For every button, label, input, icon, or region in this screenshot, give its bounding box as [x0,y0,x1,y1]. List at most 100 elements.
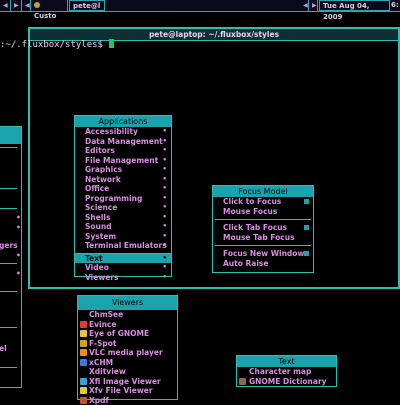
prompt-text: :~/.fluxbox/styles$ [0,40,108,50]
previous-workspace-arrow-icon[interactable]: ◀ [0,0,11,11]
text-item-gnome-dictionary[interactable]: GNOME Dictionary [237,377,336,387]
menu-separator [215,245,311,246]
xchm-icon [80,359,87,366]
f-spot-icon [80,340,87,347]
viewers-item-xfv-file-viewer[interactable]: Xfv File Viewer [78,386,177,396]
dictionary-icon [239,378,246,385]
applications-item-system[interactable]: System• [75,232,171,242]
toolbar: ◀ ▶ ◀ Custo pete@l ◀ ▶ Tue Aug 04, 2009 … [0,0,400,12]
applications-item-viewers[interactable]: Viewers• [75,273,171,283]
viewers-item-f-spot[interactable]: F-Spot [78,339,177,349]
submenu-arrow-icon: • [163,156,167,166]
applications-item-file-management[interactable]: File Management • [75,156,171,166]
left-menu-divider [0,327,17,328]
workspace-label: Custo [34,12,56,20]
applications-item-label: Shells [85,213,110,222]
clock: Tue Aug 04, 2009 [319,0,390,11]
focus-item-click-to-focus[interactable]: Click to Focus [213,197,313,207]
viewers-item-label: Xfi Image Viewer [89,377,161,386]
applications-item-label: Text [85,254,103,263]
applications-item-label: Office [85,184,109,193]
focus-item-label: Focus New Windows [223,249,309,258]
previous-workspace-2-arrow-icon[interactable]: ◀ [22,0,31,11]
viewers-item-label: Evince [89,320,116,329]
applications-item-label: Programming [85,194,142,203]
viewers-item-evince[interactable]: Evince [78,320,177,330]
focus-item-focus-new-windows[interactable]: Focus New Windows [213,249,313,259]
xpdf-icon [80,397,87,404]
applications-menu-title: Applications [75,116,171,127]
next-workspace-arrow-icon[interactable]: ▶ [11,0,22,11]
left-menu-submenu-dot: • [16,223,21,232]
left-menu-item[interactable]: gers [0,241,18,250]
applications-item-label: File Management [85,156,158,165]
applications-item-editors[interactable]: Editors• [75,146,171,156]
left-menu-divider [0,263,17,264]
focus-item-label: Click Tab Focus [223,223,287,232]
submenu-arrow-icon: • [163,194,167,204]
applications-item-accessibility[interactable]: Accessibility• [75,127,171,137]
left-menu-divider [0,188,17,189]
evince-icon [80,321,87,328]
clock-overflow: 6: [390,0,400,11]
focus-model-menu[interactable]: Focus Model Click to Focus Mouse Focus C… [212,185,314,273]
workspace-name[interactable]: Custo [31,0,68,11]
applications-item-label: Viewers [85,273,119,282]
text-menu-title: Text [237,356,336,367]
focus-item-click-tab-focus[interactable]: Click Tab Focus [213,223,313,233]
left-menu-submenu-dot: • [16,269,21,278]
applications-item-science[interactable]: Science• [75,203,171,213]
submenu-arrow-icon: • [163,137,167,147]
left-partial-menu[interactable]: • • gers • • el [0,126,22,388]
applications-item-shells[interactable]: Shells• [75,213,171,223]
focus-item-label: Mouse Tab Focus [223,233,295,242]
submenu-arrow-icon: • [163,175,167,185]
viewers-item-label: F-Spot [89,339,117,348]
applications-item-label: Editors [85,146,115,155]
applications-item-programming[interactable]: Programming • [75,194,171,204]
applications-item-video[interactable]: Video• [75,263,171,273]
left-menu-item[interactable]: el [0,344,7,353]
applications-item-label: Terminal Emulators [85,241,167,250]
applications-item-label: Graphics [85,165,122,174]
selected-check-icon [304,225,309,230]
applications-item-network[interactable]: Network• [75,175,171,185]
applications-item-label: Accessibility [85,127,138,136]
focus-model-menu-title: Focus Model [213,186,313,197]
focus-item-label: Auto Raise [223,259,268,268]
applications-item-label: Science [85,203,117,212]
left-menu-divider [0,367,17,368]
viewers-item-xpdf[interactable]: Xpdf [78,396,177,405]
previous-window-arrow-icon[interactable]: ◀ [300,0,309,11]
focus-item-label: Mouse Focus [223,207,277,216]
focus-item-mouse-focus[interactable]: Mouse Focus [213,207,313,217]
vlc-media-player-icon [80,349,87,356]
taskbar-item-terminal[interactable]: pete@l [69,0,105,11]
focus-item-label: Click to Focus [223,197,281,206]
focus-item-mouse-tab-focus[interactable]: Mouse Tab Focus [213,233,313,243]
viewers-item-eye-of-gnome[interactable]: Eye of GNOME [78,329,177,339]
applications-item-office[interactable]: Office • [75,184,171,194]
viewers-item-chmsee[interactable]: ChmSee [78,310,177,320]
viewers-item-vlc-media-player[interactable]: VLC media player [78,348,177,358]
viewers-item-xchm[interactable]: xCHM [78,358,177,368]
viewers-item-xditview[interactable]: Xditview [78,367,177,377]
applications-item-data-management[interactable]: Data Management• [75,137,171,147]
applications-item-terminal-emulators[interactable]: Terminal Emulators• [75,241,171,251]
viewers-menu[interactable]: Viewers ChmSeeEvinceEye of GNOMEF-SpotVL… [77,295,178,400]
applications-item-sound[interactable]: Sound• [75,222,171,232]
focus-item-auto-raise[interactable]: Auto Raise [213,259,313,269]
viewers-menu-title: Viewers [78,296,177,310]
submenu-arrow-icon: • [163,165,167,175]
applications-menu[interactable]: Applications Accessibility•Data Manageme… [74,115,172,277]
terminal-cursor [109,39,114,48]
applications-item-text[interactable]: Text• [75,253,171,264]
applications-item-graphics[interactable]: Graphics • [75,165,171,175]
text-item-character-map[interactable]: Character map [237,367,336,377]
submenu-arrow-icon: • [163,184,167,194]
terminal-prompt[interactable]: :~/.fluxbox/styles$ [0,39,114,50]
viewers-item-xfi-image-viewer[interactable]: Xfi Image Viewer [78,377,177,387]
text-menu[interactable]: Text Character map GNOME Dictionary [236,355,337,387]
next-window-arrow-icon[interactable]: ▶ [309,0,318,11]
selected-check-icon [304,199,309,204]
